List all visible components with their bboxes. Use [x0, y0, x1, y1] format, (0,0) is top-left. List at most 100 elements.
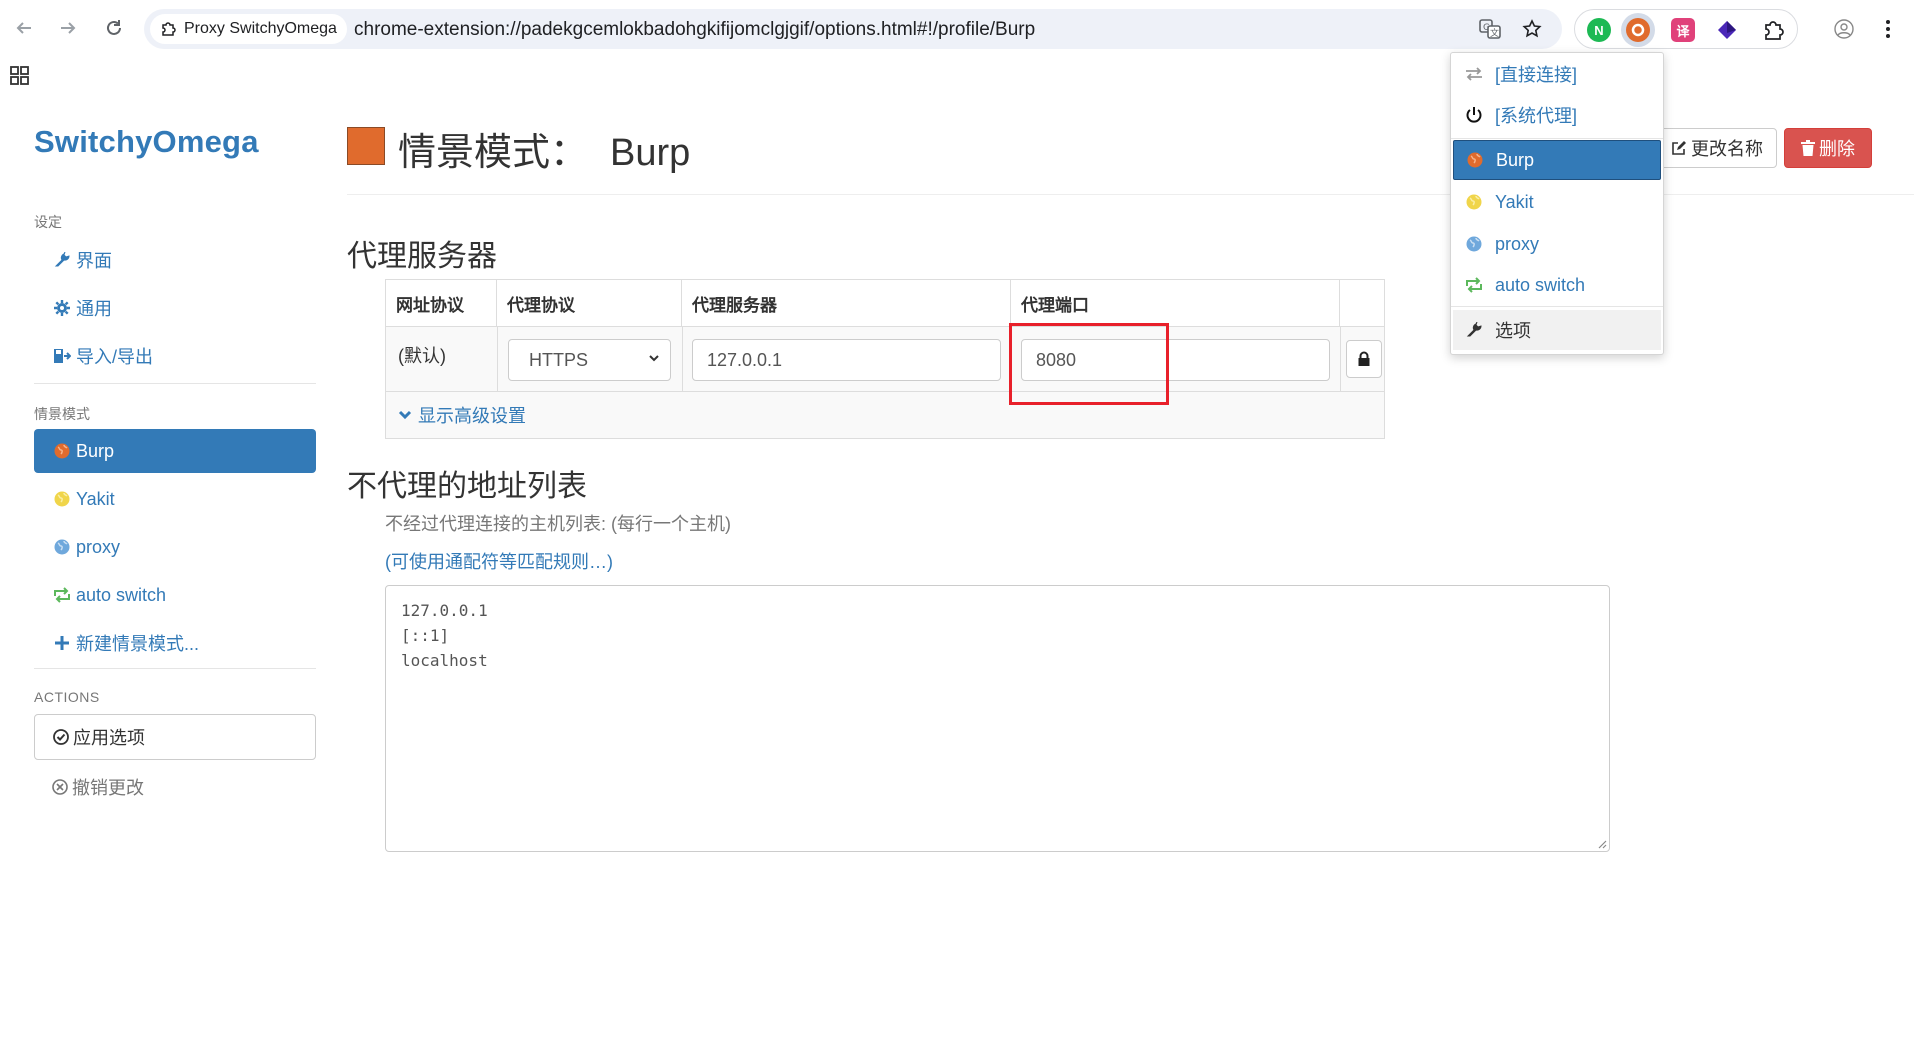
- proxy-protocol-value: HTTPS: [529, 349, 589, 370]
- address-bar[interactable]: Proxy SwitchyOmega chrome-extension://pa…: [144, 9, 1562, 49]
- page-title: 情景模式： Burp: [398, 121, 690, 176]
- auth-lock-button[interactable]: [1346, 340, 1382, 378]
- power-icon: [1463, 105, 1485, 125]
- globe-icon: [52, 443, 72, 459]
- sidebar-item-label: auto switch: [76, 584, 167, 605]
- title-divider: [347, 194, 1914, 195]
- proxy-server-value: 127.0.0.1: [707, 349, 783, 370]
- sidebar-item-label: Yakit: [76, 488, 115, 509]
- popup-item-options[interactable]: 选项: [1453, 310, 1661, 350]
- lock-icon: [1358, 351, 1370, 366]
- globe-icon: [1464, 150, 1486, 170]
- delete-label: 删除: [1819, 139, 1855, 159]
- delete-button[interactable]: 删除: [1784, 128, 1872, 168]
- apply-options-button[interactable]: 应用选项: [34, 714, 316, 760]
- n-extension-icon[interactable]: N: [1587, 18, 1611, 42]
- auto-switch-icon: [1463, 275, 1485, 295]
- popup-item-yakit[interactable]: Yakit: [1453, 182, 1661, 222]
- trash-icon: [1801, 140, 1815, 156]
- plus-icon: [52, 635, 72, 651]
- extensions-puzzle-icon[interactable]: [1761, 18, 1785, 42]
- extension-puzzle-icon: [162, 22, 176, 36]
- table-header-server: 代理服务器: [682, 280, 1011, 326]
- import-export-icon: [52, 348, 72, 364]
- table-header-port: 代理端口: [1011, 280, 1340, 326]
- sidebar-divider: [34, 383, 316, 384]
- back-icon[interactable]: [10, 14, 38, 42]
- gear-icon: [52, 300, 72, 316]
- popup-item-label: Burp: [1496, 149, 1535, 170]
- site-chip-label: Proxy SwitchyOmega: [184, 20, 337, 37]
- switchyomega-popup-menu: [直接连接] [系统代理] Burp Yakit proxy auto swit…: [1450, 52, 1664, 355]
- rename-button[interactable]: 更改名称: [1657, 128, 1777, 168]
- show-advanced-link[interactable]: 显示高级设置: [398, 402, 526, 428]
- sidebar-item-label: 新建情景模式...: [76, 634, 200, 654]
- purple-cube-extension-icon[interactable]: [1715, 18, 1739, 42]
- switchyomega-icon[interactable]: [1626, 18, 1650, 42]
- bypass-list-textarea[interactable]: 127.0.0.1 [::1] localhost: [385, 585, 1610, 852]
- reload-icon[interactable]: [100, 14, 128, 42]
- sidebar-item-label: 通用: [76, 299, 112, 319]
- sidebar-item-interface[interactable]: 界面: [34, 238, 316, 282]
- direct-arrows-icon: [1463, 64, 1485, 84]
- popup-item-system[interactable]: [系统代理]: [1453, 95, 1661, 135]
- sidebar-item-label: 导入/导出: [76, 347, 154, 367]
- popup-divider: [1451, 138, 1663, 139]
- resize-grip-icon[interactable]: [1595, 837, 1607, 849]
- wrench-icon: [52, 252, 72, 268]
- bypass-rules-link[interactable]: (可使用通配符等匹配规则…): [385, 548, 613, 574]
- apps-grid-icon[interactable]: [10, 66, 30, 86]
- popup-divider: [1451, 306, 1663, 307]
- sidebar-item-import-export[interactable]: 导入/导出: [34, 334, 316, 378]
- popup-item-auto-switch[interactable]: auto switch: [1453, 265, 1661, 305]
- popup-item-proxy[interactable]: proxy: [1453, 224, 1661, 264]
- proxy-section-title: 代理服务器: [347, 240, 497, 273]
- sidebar-item-general[interactable]: 通用: [34, 286, 316, 330]
- popup-item-label: proxy: [1495, 233, 1540, 254]
- extensions-group: N 译: [1574, 9, 1798, 49]
- sidebar-item-burp[interactable]: Burp: [34, 429, 316, 473]
- cell-divider: [682, 326, 683, 391]
- translate-extension-icon[interactable]: 译: [1671, 18, 1695, 42]
- popup-item-direct[interactable]: [直接连接]: [1453, 54, 1661, 94]
- cell-divider: [497, 326, 498, 391]
- settings-header: 设定: [34, 214, 62, 230]
- bypass-section-title: 不代理的地址列表: [347, 470, 587, 503]
- profiles-header: 情景模式: [34, 406, 90, 422]
- brand-logo-text[interactable]: SwitchyOmega: [34, 124, 259, 160]
- proxy-protocol-select[interactable]: HTTPS: [508, 339, 671, 381]
- popup-item-burp[interactable]: Burp: [1453, 140, 1661, 180]
- table-header-protocol: 代理协议: [497, 280, 682, 326]
- browser-toolbar: Proxy SwitchyOmega chrome-extension://pa…: [0, 0, 1914, 58]
- sidebar-item-auto-switch[interactable]: auto switch: [34, 573, 316, 617]
- translate-icon[interactable]: G文: [1478, 17, 1502, 41]
- globe-icon: [1463, 192, 1485, 212]
- edit-icon: [1671, 140, 1687, 156]
- x-circle-icon: [52, 779, 68, 795]
- proxy-server-input[interactable]: 127.0.0.1: [692, 339, 1001, 381]
- svg-text:文: 文: [1490, 27, 1499, 39]
- page-title-prefix: 情景模式：: [398, 132, 589, 174]
- sidebar-item-proxy[interactable]: proxy: [34, 525, 316, 569]
- globe-icon: [52, 491, 72, 507]
- show-advanced-label: 显示高级设置: [418, 406, 526, 426]
- discard-changes-button[interactable]: 撤销更改: [52, 774, 144, 800]
- popup-item-label: [直接连接]: [1495, 65, 1578, 85]
- sidebar-item-label: proxy: [76, 536, 121, 557]
- popup-item-label: auto switch: [1495, 274, 1586, 295]
- profile-color-swatch[interactable]: [347, 127, 385, 165]
- kebab-menu-icon[interactable]: [1874, 15, 1902, 43]
- port-highlight-annotation: [1009, 323, 1169, 405]
- forward-icon[interactable]: [54, 14, 82, 42]
- sidebar-item-new-profile[interactable]: 新建情景模式...: [34, 621, 316, 665]
- cell-divider: [1340, 326, 1341, 391]
- sidebar-item-label: 界面: [76, 251, 112, 271]
- url-text[interactable]: chrome-extension://padekgcemlokbadohgkif…: [354, 19, 1035, 41]
- popup-item-label: 选项: [1495, 321, 1531, 341]
- sidebar-divider: [34, 668, 316, 669]
- sidebar-item-yakit[interactable]: Yakit: [34, 477, 316, 521]
- profile-avatar-icon[interactable]: [1830, 15, 1858, 43]
- star-bookmark-icon[interactable]: [1520, 17, 1544, 41]
- site-chip[interactable]: Proxy SwitchyOmega: [150, 14, 347, 44]
- actions-header: ACTIONS: [34, 689, 100, 705]
